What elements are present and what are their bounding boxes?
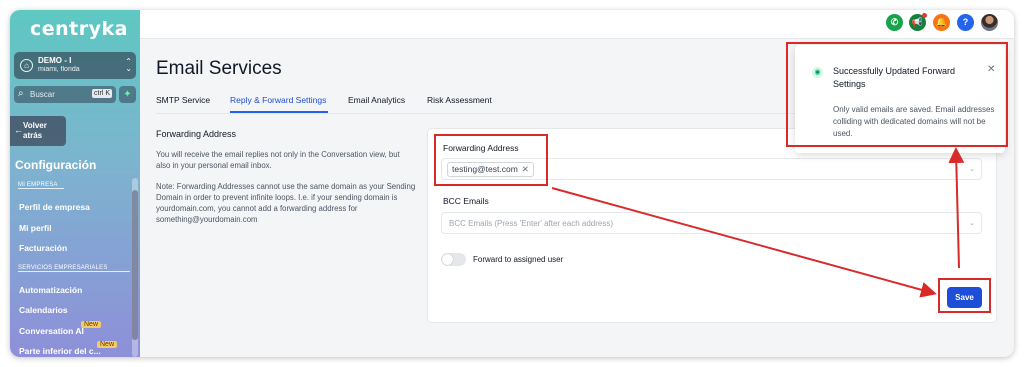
quick-action-icon[interactable]: ✦ — [119, 86, 136, 103]
new-badge: New — [97, 341, 118, 348]
sidebar-scrollbar[interactable] — [132, 178, 138, 357]
arrow-left-icon: ← — [14, 125, 23, 135]
annotation-highlight — [938, 278, 991, 313]
tab-smtp-service[interactable]: SMTP Service — [156, 95, 210, 105]
tab-reply-forward[interactable]: Reply & Forward Settings — [230, 95, 326, 105]
sidebar-item-perfil-empresa[interactable]: Perfil de empresa — [19, 202, 90, 212]
app-window: centryka ⌂ DEMO - I miami, florida ⌃ ⌄ ⌕ … — [10, 10, 1014, 357]
notification-dot — [922, 13, 927, 18]
annotation-highlight — [786, 42, 1008, 147]
bcc-emails-label: BCC Emails — [443, 196, 489, 206]
avatar[interactable] — [981, 14, 998, 31]
account-name: DEMO - I — [38, 56, 72, 65]
search-icon: ⌕ — [18, 88, 24, 99]
section-note: Note: Forwarding Addresses cannot use th… — [156, 182, 416, 224]
sidebar-item-automatizacion[interactable]: Automatización — [19, 285, 82, 295]
forward-assigned-toggle[interactable] — [441, 253, 466, 266]
sidebar-item-mi-perfil[interactable]: Mi perfil — [19, 223, 52, 233]
config-title: Configuración — [15, 158, 97, 172]
help-icon[interactable]: ? — [957, 14, 974, 31]
chevron-down-icon: ⌄ — [969, 166, 975, 173]
sidebar-item-conversation-ai[interactable]: Conversation AI — [19, 326, 84, 336]
account-location: miami, florida — [38, 66, 80, 73]
new-badge: New — [81, 321, 102, 328]
sidebar-item-parte-inferior[interactable]: Parte inferior del c... — [19, 346, 101, 356]
back-button[interactable]: ← Volver atrás — [10, 116, 66, 146]
sidebar-item-calendarios[interactable]: Calendarios — [19, 305, 68, 315]
sidebar: centryka ⌂ DEMO - I miami, florida ⌃ ⌄ ⌕ … — [10, 10, 140, 357]
section-divider — [18, 188, 64, 189]
logo: centryka — [30, 18, 128, 40]
tab-risk-assessment[interactable]: Risk Assessment — [427, 95, 492, 105]
bcc-placeholder: BCC Emails (Press 'Enter' after each add… — [449, 219, 613, 228]
bell-icon[interactable]: 🔔 — [933, 14, 950, 31]
location-icon: ⌂ — [20, 59, 33, 72]
section-title: Forwarding Address — [156, 129, 237, 139]
section-divider — [18, 271, 130, 272]
search-placeholder: Buscar — [30, 90, 55, 99]
search-input[interactable]: ⌕ Buscar ctrl K — [14, 86, 116, 103]
top-bar: ✆ 📢 🔔 ? — [140, 10, 1014, 39]
back-label: Volver atrás — [23, 121, 47, 140]
account-switcher[interactable]: ⌂ DEMO - I miami, florida ⌃ ⌄ — [14, 52, 136, 79]
chevron-down-icon: ⌄ — [969, 220, 975, 227]
chevron-updown-icon: ⌃ ⌄ — [125, 57, 132, 73]
scrollbar-thumb[interactable] — [132, 190, 138, 340]
section-description: You will receive the email replies not o… — [156, 150, 400, 170]
sidebar-item-facturacion[interactable]: Facturación — [19, 243, 67, 253]
page-title: Email Services — [156, 58, 282, 79]
active-tab-indicator — [230, 111, 328, 113]
toggle-knob — [442, 254, 453, 265]
search-shortcut: ctrl K — [92, 89, 112, 98]
phone-icon[interactable]: ✆ — [886, 14, 903, 31]
annotation-highlight — [434, 134, 548, 186]
bcc-emails-input[interactable]: BCC Emails (Press 'Enter' after each add… — [441, 212, 982, 234]
tab-email-analytics[interactable]: Email Analytics — [348, 95, 405, 105]
toggle-label: Forward to assigned user — [473, 255, 564, 264]
